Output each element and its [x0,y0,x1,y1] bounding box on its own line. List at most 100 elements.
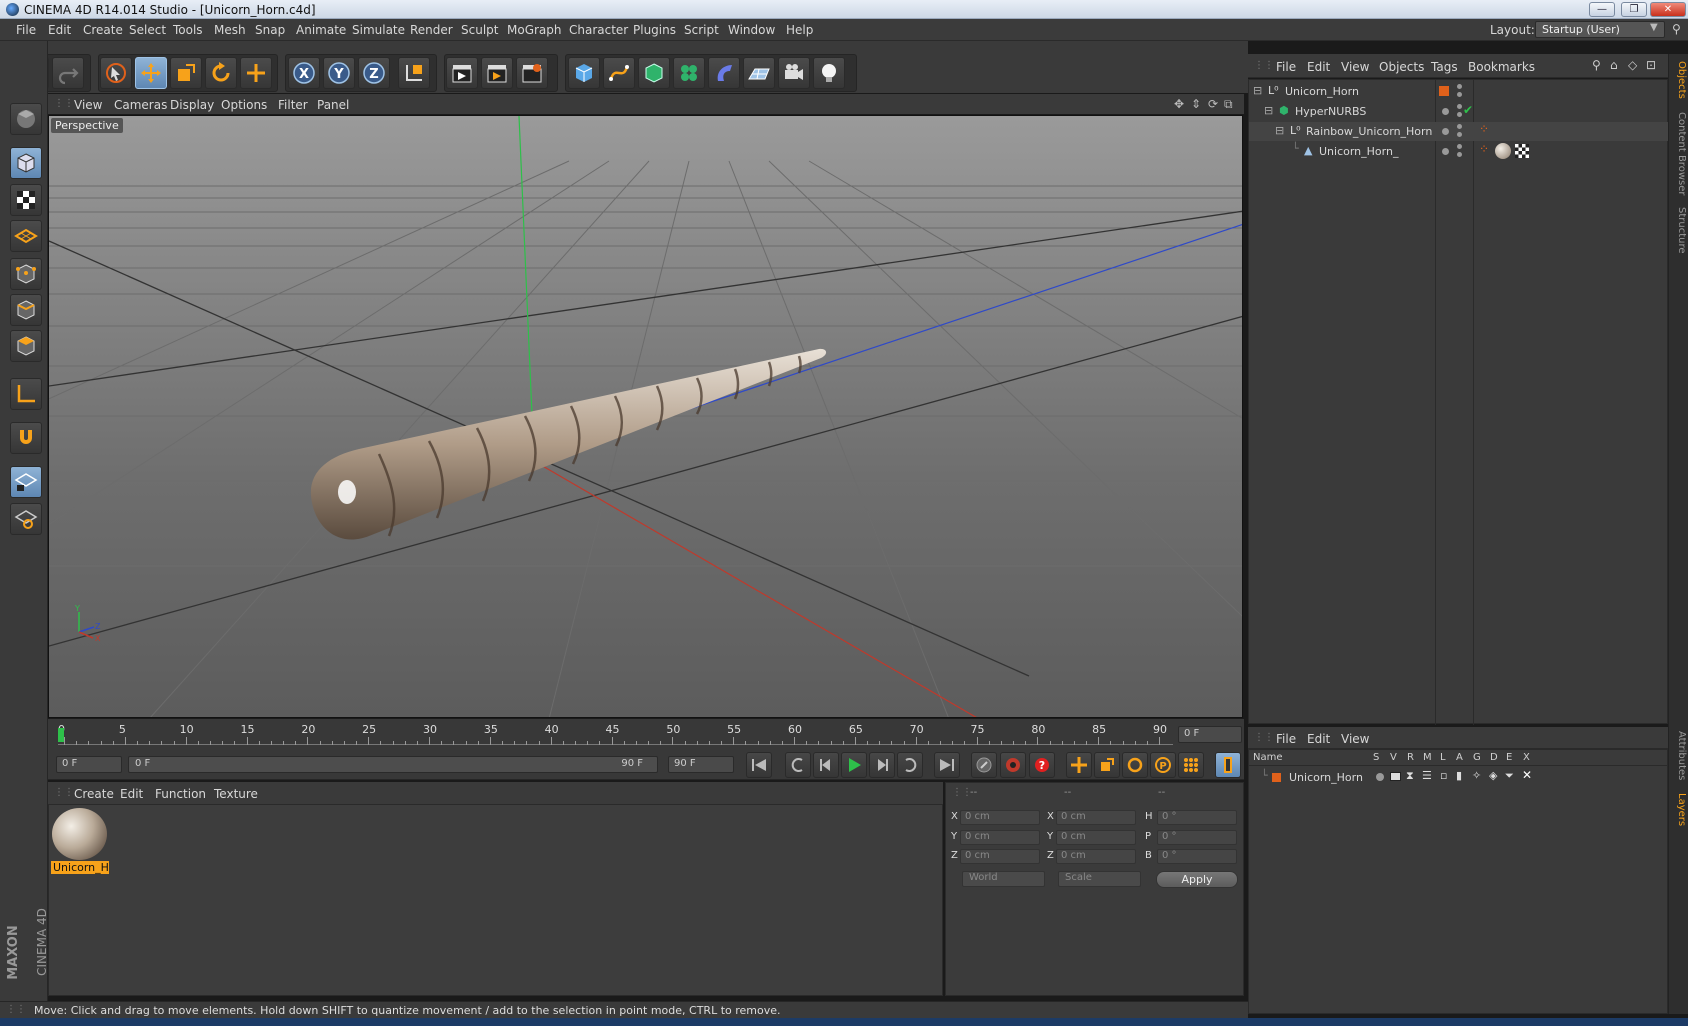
column-deformers[interactable]: D [1490,752,1498,763]
y-axis-lock-button[interactable]: Y [323,57,355,89]
column-render[interactable]: R [1407,752,1414,763]
step-back-button[interactable] [813,752,839,778]
tab-objects[interactable]: Objects [1671,58,1687,102]
layer-menu-edit[interactable]: Edit [1307,732,1330,746]
goto-start-button[interactable] [746,752,772,778]
add-light-button[interactable] [813,57,845,89]
menu-render[interactable]: Render [410,23,453,37]
start-frame-field[interactable]: 0 F [56,756,122,773]
end-frame-field[interactable]: 90 F [668,756,734,773]
timeline-ruler[interactable]: 051015202530354045505560657075808590 0 F [48,719,1244,750]
xref-toggle-icon[interactable]: ✕ [1522,768,1532,782]
layer-name[interactable]: Unicorn_Horn [1289,771,1363,784]
uvw-tag-icon[interactable]: ⁘ [1479,142,1489,156]
object-row[interactable]: └ ▲ Unicorn_Horn_ ⁘ [1249,142,1669,161]
redo-button[interactable] [52,57,84,89]
collapse-icon[interactable]: ⊟ [1275,124,1284,137]
tab-attributes[interactable]: Attributes [1671,728,1687,784]
render-picture-viewer-button[interactable] [481,57,513,89]
key-pla-button[interactable] [1178,752,1204,778]
menu-help[interactable]: Help [786,23,813,37]
autokeying-button[interactable] [1000,752,1026,778]
tab-layers[interactable]: Layers [1671,790,1687,830]
column-solo[interactable]: S [1373,752,1379,763]
viewport-pan-icon[interactable]: ✥ [1174,97,1184,111]
column-view[interactable]: V [1390,752,1397,763]
lock-toggle-icon[interactable]: ▫ [1440,769,1447,782]
rotate-tool-button[interactable] [205,57,237,89]
viewport-menu-filter[interactable]: Filter [278,98,308,112]
column-manager[interactable]: M [1423,752,1432,763]
workplane-lock-button[interactable] [10,466,42,498]
snap-button[interactable] [10,422,42,454]
deformer-toggle-icon[interactable]: ◈ [1489,769,1497,782]
manager-toggle-icon[interactable]: ☰ [1422,769,1432,782]
goto-previous-key-button[interactable] [785,752,811,778]
menu-sculpt[interactable]: Sculpt [461,23,498,37]
add-cube-button[interactable] [568,57,600,89]
make-editable-button[interactable] [10,103,42,135]
points-mode-button[interactable] [10,258,42,290]
render-visibility-dot[interactable] [1457,92,1462,97]
viewport-menu-panel[interactable]: Panel [317,98,349,112]
render-toggle-icon[interactable]: ⧗ [1406,769,1414,783]
add-spline-button[interactable] [603,57,635,89]
editor-visibility-dot[interactable] [1457,104,1462,109]
planar-workplane-button[interactable] [10,503,42,535]
polygons-mode-button[interactable] [10,330,42,362]
menu-plugins[interactable]: Plugins [633,23,676,37]
add-nurbs-button[interactable] [638,57,670,89]
menu-animate[interactable]: Animate [296,23,346,37]
size-x-field[interactable]: 0 cm [1056,810,1136,825]
key-scale-button[interactable] [1094,752,1120,778]
size-y-field[interactable]: 0 cm [1056,830,1136,845]
layer-color-swatch[interactable] [1439,86,1449,96]
editor-visibility-dot[interactable] [1457,84,1462,89]
render-visibility-dot[interactable] [1457,132,1462,137]
object-row[interactable]: ⊟ ⬢ HyperNURBS ✔ [1249,102,1669,121]
maximize-button[interactable]: ❐ [1621,2,1647,17]
layer-row[interactable]: └ Unicorn_Horn ⧗ ☰ ▫ ▮ ✧ ◈ ⏷ ✕ [1249,768,1669,787]
layout-select[interactable]: Startup (User) [1535,21,1665,38]
size-mode-select[interactable]: Scale [1058,871,1141,887]
timeline-button[interactable] [1215,752,1241,778]
coordinate-system-button[interactable] [398,57,430,89]
menu-create[interactable]: Create [83,23,123,37]
viewport-menu-display[interactable]: Display [170,98,214,112]
menu-mograph[interactable]: MoGraph [507,23,562,37]
add-mograph-button[interactable] [673,57,705,89]
layer-dot[interactable] [1442,128,1449,135]
viewport-zoom-icon[interactable]: ⇕ [1191,97,1201,111]
add-environment-button[interactable] [743,57,775,89]
viewport-menu-view[interactable]: View [74,98,102,112]
scale-tool-button[interactable] [170,57,202,89]
menu-edit[interactable]: Edit [48,23,71,37]
tab-structure[interactable]: Structure [1671,204,1687,256]
x-axis-lock-button[interactable]: X [288,57,320,89]
object-name[interactable]: Unicorn_Horn_ [1319,145,1398,158]
workplane-mode-button[interactable] [10,220,42,252]
animation-toggle-icon[interactable]: ▮ [1456,769,1462,782]
layer-menu-file[interactable]: File [1276,732,1296,746]
object-menu-view[interactable]: View [1341,60,1369,74]
add-deformer-button[interactable] [708,57,740,89]
object-menu-file[interactable]: File [1276,60,1296,74]
material-menu-texture[interactable]: Texture [214,787,258,801]
menu-select[interactable]: Select [129,23,166,37]
coordinate-space-select[interactable]: World [962,871,1045,887]
search-icon[interactable]: ⚲ [1672,22,1681,36]
editor-visibility-dot[interactable] [1457,144,1462,149]
add-camera-button[interactable] [778,57,810,89]
goto-end-button[interactable] [934,752,960,778]
menu-character[interactable]: Character [569,23,628,37]
viewport-menu-cameras[interactable]: Cameras [114,98,167,112]
frame-range-slider[interactable]: 0 F 90 F [128,756,658,773]
viewport-maximize-icon[interactable]: ⧉ [1224,97,1233,112]
solo-toggle-icon[interactable] [1376,773,1384,781]
object-row[interactable]: ⊟ L⁰ Rainbow_Unicorn_Horn ⁘ [1249,122,1669,141]
material-preview[interactable] [52,808,107,860]
generator-toggle-icon[interactable]: ✧ [1472,769,1481,782]
pos-x-field[interactable]: 0 cm [960,810,1040,825]
collapse-icon[interactable]: ⊟ [1264,104,1273,117]
object-row[interactable]: ⊟ L⁰ Unicorn_Horn [1249,82,1669,101]
